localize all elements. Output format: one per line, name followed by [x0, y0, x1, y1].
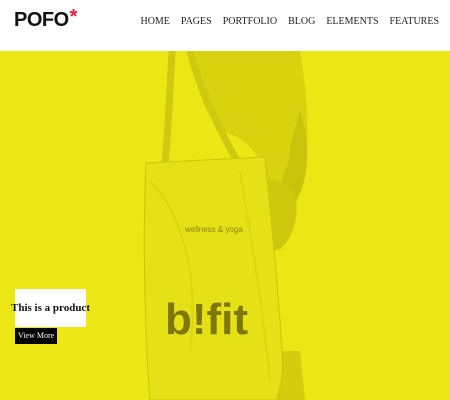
- view-more-button[interactable]: View More: [15, 328, 58, 344]
- hero-image: wellness & yoga b!fit: [143, 51, 308, 400]
- nav-item-features[interactable]: FEATURES: [379, 16, 439, 27]
- main-nav: HOME PAGES PORTFOLIO BLOG ELEMENTS FEATU…: [129, 16, 439, 27]
- bag-logo: b!fit: [165, 295, 248, 344]
- product-title: This is a product: [11, 302, 90, 314]
- site-logo[interactable]: POFO*: [14, 6, 78, 32]
- product-card: This is a product: [11, 289, 90, 327]
- site-header: POFO* HOME PAGES PORTFOLIO BLOG ELEMENTS…: [0, 0, 450, 51]
- tote-bag: [143, 156, 283, 400]
- nav-item-blog[interactable]: BLOG: [277, 16, 315, 27]
- hero-banner: wellness & yoga b!fit This is a product …: [0, 51, 450, 400]
- bag-strap-left: [161, 51, 176, 167]
- bag-tagline: wellness & yoga: [184, 225, 243, 234]
- nav-item-elements[interactable]: ELEMENTS: [315, 16, 378, 27]
- nav-item-home[interactable]: HOME: [129, 16, 169, 27]
- nav-item-pages[interactable]: PAGES: [170, 16, 212, 27]
- nav-item-portfolio[interactable]: PORTFOLIO: [212, 16, 277, 27]
- logo-text: POFO: [14, 9, 69, 31]
- logo-star-icon: *: [69, 6, 78, 28]
